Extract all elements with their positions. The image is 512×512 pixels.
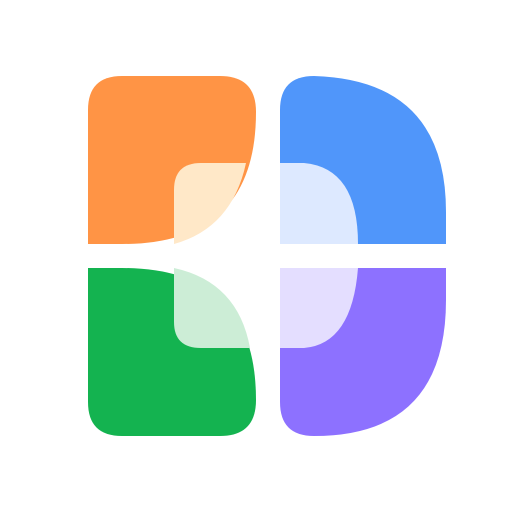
top-left-petal-overlay: [174, 163, 246, 244]
bottom-left-petal-overlay: [174, 268, 250, 348]
bottom-left-petal: [88, 268, 256, 436]
app-icon-canvas: [0, 0, 512, 512]
four-petal-app-logo-icon: [88, 76, 446, 436]
top-left-petal: [88, 76, 256, 244]
